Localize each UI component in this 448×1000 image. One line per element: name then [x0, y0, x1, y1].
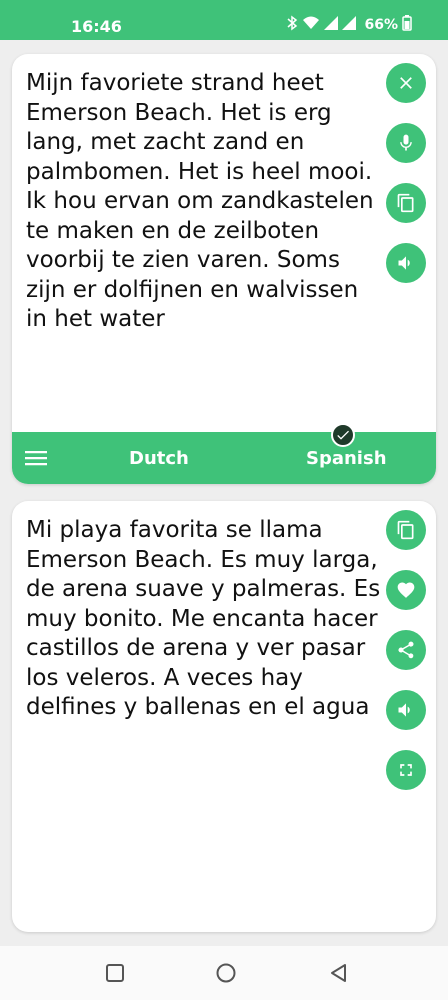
- source-language-selector[interactable]: Dutch: [129, 448, 189, 469]
- menu-button[interactable]: [24, 446, 48, 470]
- target-language-selector[interactable]: Spanish: [306, 448, 387, 469]
- navigation-bar: [0, 946, 448, 1000]
- bluetooth-icon: [286, 15, 298, 35]
- status-icons: 66%: [286, 15, 412, 35]
- triangle-back-icon: [331, 964, 346, 982]
- square-icon: [106, 964, 124, 982]
- battery-percentage: 66%: [364, 17, 398, 33]
- speaker-icon: [398, 256, 410, 270]
- speak-translation-button[interactable]: [386, 690, 426, 730]
- clear-button[interactable]: [386, 63, 426, 103]
- battery-icon: [402, 15, 412, 35]
- fullscreen-icon: [400, 764, 412, 776]
- selected-check-icon: [331, 423, 355, 447]
- close-icon: [400, 77, 412, 89]
- wifi-icon: [302, 16, 320, 34]
- voice-input-button[interactable]: [386, 123, 426, 163]
- hamburger-menu-icon: [25, 451, 47, 466]
- source-card: Mijn favoriete strand heet Emerson Beach…: [12, 54, 436, 484]
- copy-icon: [397, 193, 414, 213]
- status-time: 16:46: [71, 17, 122, 36]
- signal-icon-2: [342, 16, 357, 34]
- copy-icon: [397, 520, 414, 540]
- back-button[interactable]: [328, 962, 350, 984]
- signal-icon: [324, 16, 339, 34]
- heart-icon: [397, 582, 415, 598]
- circle-icon: [216, 963, 236, 983]
- speak-source-button[interactable]: [386, 243, 426, 283]
- copy-translation-button[interactable]: [386, 510, 426, 550]
- home-button[interactable]: [215, 962, 237, 984]
- share-icon: [398, 641, 414, 659]
- source-text[interactable]: Mijn favoriete strand heet Emerson Beach…: [26, 69, 382, 335]
- translation-card: Mi playa favorita se llama Emerson Beach…: [12, 501, 436, 932]
- mic-icon: [400, 134, 412, 151]
- recents-button[interactable]: [104, 962, 126, 984]
- fullscreen-button[interactable]: [386, 750, 426, 790]
- language-bar: Dutch Spanish: [12, 432, 436, 484]
- share-button[interactable]: [386, 630, 426, 670]
- translation-text: Mi playa favorita se llama Emerson Beach…: [26, 517, 381, 720]
- copy-source-button[interactable]: [386, 183, 426, 223]
- speaker-icon: [398, 703, 410, 717]
- favorite-button[interactable]: [386, 570, 426, 610]
- status-bar: 16:46 66%: [0, 0, 448, 40]
